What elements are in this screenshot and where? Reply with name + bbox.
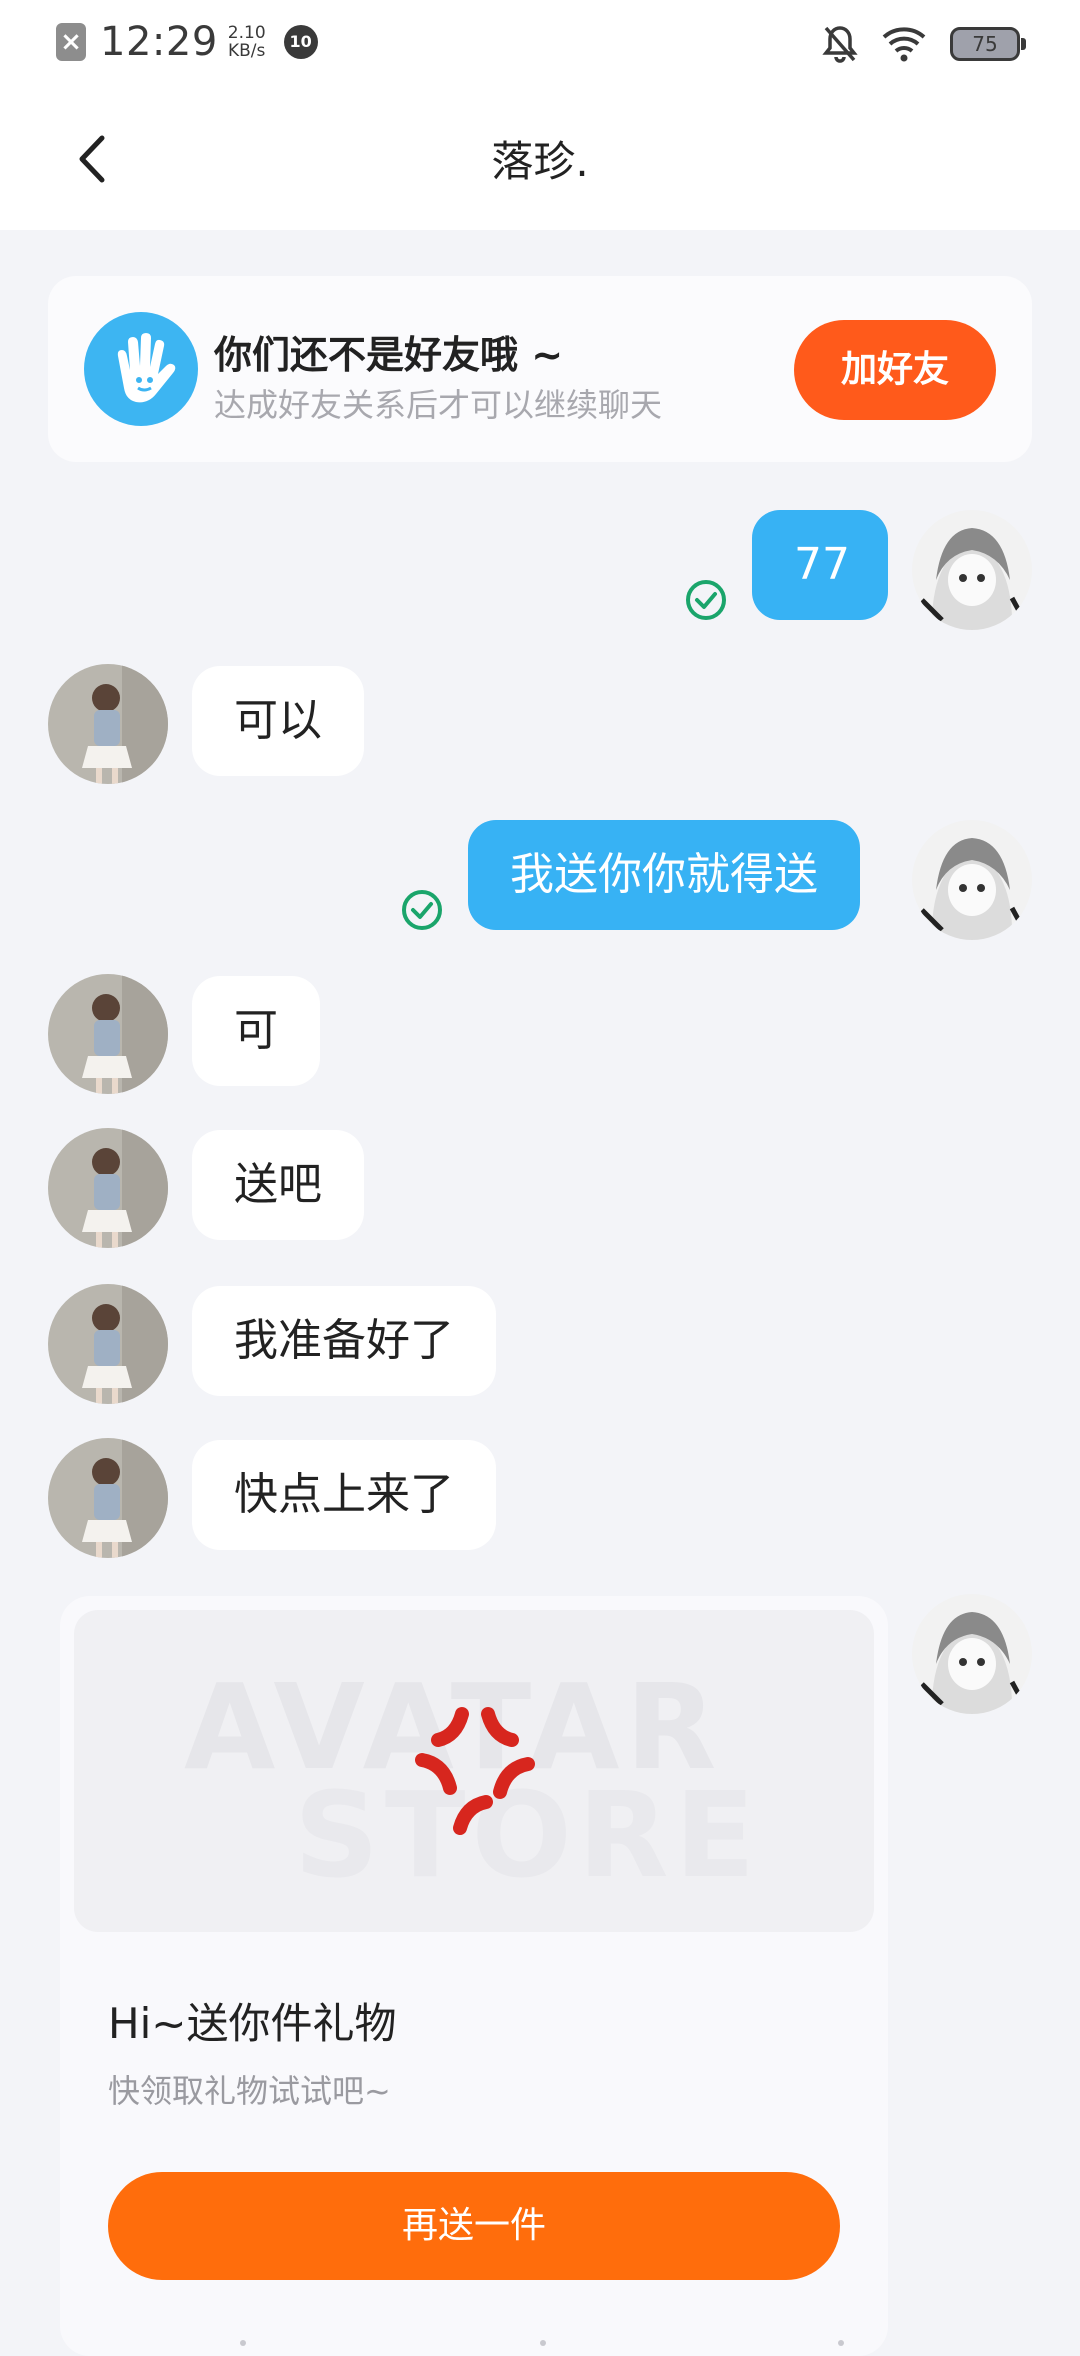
page-title: 落珍. xyxy=(491,137,589,186)
page-dots xyxy=(60,2340,888,2350)
message-bubble-in[interactable]: 快点上来了 xyxy=(192,1440,496,1550)
read-check-icon xyxy=(686,580,726,620)
contact-avatar[interactable] xyxy=(48,664,168,784)
dot-indicator xyxy=(838,2340,844,2346)
wifi-icon xyxy=(882,27,926,62)
network-speed: 2.10 KB/s xyxy=(227,23,266,61)
read-check-icon xyxy=(402,890,442,930)
bell-off-icon xyxy=(822,26,858,63)
battery-indicator: 75 xyxy=(950,27,1026,61)
gift-image: AVATAR STORE xyxy=(74,1610,874,1932)
status-bar: × 12:29 2.10 KB/s 10 75 xyxy=(0,0,1080,90)
contact-avatar[interactable] xyxy=(48,974,168,1094)
app-notification-icon: × xyxy=(56,23,86,61)
add-friend-button[interactable]: 加好友 xyxy=(794,320,996,420)
my-avatar[interactable] xyxy=(912,510,1032,630)
message-bubble-in[interactable]: 我准备好了 xyxy=(192,1286,496,1396)
gift-card[interactable]: AVATAR STORE Hi~送你件礼物 快领取礼物试试吧~ 再送一件 xyxy=(60,1596,888,2356)
contact-avatar[interactable] xyxy=(48,1128,168,1248)
message-bubble-out[interactable]: 77 xyxy=(752,510,888,620)
gift-subtitle: 快领取礼物试试吧~ xyxy=(108,2072,391,2110)
status-time: 12:29 xyxy=(100,19,218,65)
message-bubble-in[interactable]: 可以 xyxy=(192,666,364,776)
my-avatar[interactable] xyxy=(912,820,1032,940)
chat-header: 落珍. xyxy=(0,90,1080,230)
message-bubble-in[interactable]: 可 xyxy=(192,976,320,1086)
my-avatar[interactable] xyxy=(912,1594,1032,1714)
gift-title: Hi~送你件礼物 xyxy=(108,1999,397,2048)
send-another-gift-button[interactable]: 再送一件 xyxy=(108,2172,840,2280)
anger-symbol-icon xyxy=(415,1707,535,1835)
contact-avatar[interactable] xyxy=(48,1284,168,1404)
hand-wave-icon xyxy=(84,312,198,426)
message-bubble-out[interactable]: 我送你你就得送 xyxy=(468,820,860,930)
notification-count-badge: 10 xyxy=(283,25,318,59)
notice-title: 你们还不是好友哦 ~ xyxy=(214,333,564,377)
dot-indicator xyxy=(540,2340,546,2346)
contact-avatar[interactable] xyxy=(48,1438,168,1558)
notice-subtitle: 达成好友关系后才可以继续聊天 xyxy=(214,386,663,424)
message-bubble-in[interactable]: 送吧 xyxy=(192,1130,364,1240)
friend-request-banner: 你们还不是好友哦 ~ 达成好友关系后才可以继续聊天 加好友 xyxy=(48,276,1032,462)
dot-indicator xyxy=(240,2340,246,2346)
